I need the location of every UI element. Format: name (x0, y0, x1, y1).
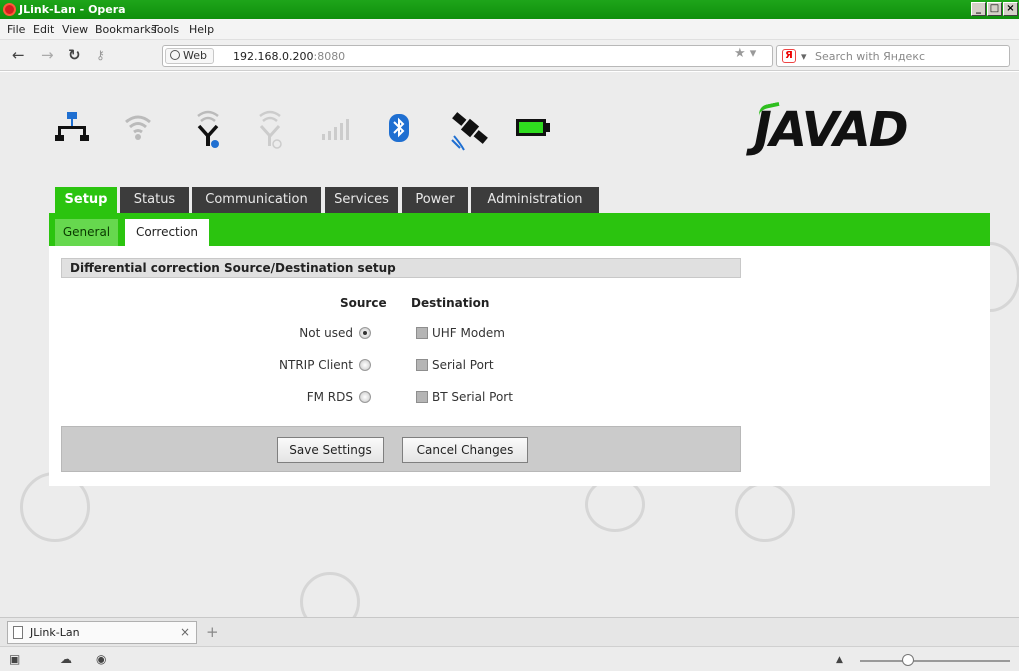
brand-logo: JAVAD (754, 102, 909, 158)
source-label-not-used: Not used (299, 326, 353, 340)
destination-checkbox-bt-serial-port[interactable] (416, 391, 428, 403)
navigation-bar: ← → ↻ ⚷ Web 192.168.0.200:8080 ★ ▾ Я ▾ S… (0, 40, 1019, 71)
settings-panel: Differential correction Source/Destinati… (49, 246, 990, 486)
wifi-icon (125, 115, 151, 140)
source-radio-fm-rds[interactable] (359, 391, 371, 403)
minimize-button[interactable]: _ (971, 2, 986, 16)
browser-tab[interactable]: JLink-Lan × (7, 621, 197, 644)
yandex-icon: Я (782, 49, 796, 63)
forward-icon[interactable]: → (41, 47, 54, 63)
destination-label-bt-serial-port: BT Serial Port (432, 390, 513, 404)
key-icon[interactable]: ⚷ (96, 47, 105, 63)
globe-icon (170, 50, 180, 60)
browser-status-bar: ▣ ☁ ◉ ▲ (0, 646, 1019, 671)
destination-checkbox-serial-port[interactable] (416, 359, 428, 371)
page-content: JAVAD Setup Status Communication Service… (0, 72, 1019, 617)
battery-icon (516, 119, 550, 136)
back-icon[interactable]: ← (12, 47, 25, 63)
page-icon (13, 626, 23, 639)
source-label-ntrip-client: NTRIP Client (279, 358, 353, 372)
menu-tools[interactable]: Tools (152, 23, 179, 36)
bookmark-star-icon[interactable]: ★ ▾ (734, 46, 756, 61)
search-placeholder: Search with Яндекс (815, 50, 926, 63)
opera-logo-icon (3, 3, 16, 16)
source-radio-ntrip-client[interactable] (359, 359, 371, 371)
subtab-correction[interactable]: Correction (125, 219, 209, 246)
maximize-button[interactable]: □ (987, 2, 1002, 16)
source-row-fm-rds: FM RDS (199, 390, 379, 408)
window-title-bar: JLink-Lan - Opera _ □ × (0, 0, 1019, 19)
destination-label-uhf-modem: UHF Modem (432, 326, 505, 340)
source-label-fm-rds: FM RDS (306, 390, 353, 404)
destination-label-serial-port: Serial Port (432, 358, 494, 372)
zoom-slider-handle[interactable] (902, 654, 914, 666)
background-decoration (300, 572, 360, 617)
destination-row-uhf-modem: UHF Modem (416, 326, 556, 344)
antenna-off-icon (259, 110, 282, 149)
menu-view[interactable]: View (62, 23, 88, 36)
destination-column-header: Destination (411, 296, 490, 310)
action-bar: Save Settings Cancel Changes (61, 426, 741, 472)
window-title: JLink-Lan - Opera (19, 3, 126, 16)
source-row-ntrip-client: NTRIP Client (199, 358, 379, 376)
tab-setup[interactable]: Setup (55, 187, 117, 213)
web-badge[interactable]: Web (165, 48, 214, 64)
tab-services[interactable]: Services (325, 187, 398, 213)
cancel-changes-button[interactable]: Cancel Changes (402, 437, 528, 463)
search-dropdown-icon[interactable]: ▾ (801, 50, 807, 63)
destination-row-serial-port: Serial Port (416, 358, 556, 376)
save-settings-button[interactable]: Save Settings (277, 437, 384, 463)
source-row-not-used: Not used (199, 326, 379, 344)
antenna-icon (197, 110, 219, 148)
tab-status[interactable]: Status (120, 187, 189, 213)
search-field[interactable]: Я ▾ Search with Яндекс (776, 45, 1010, 67)
zoom-slider-track[interactable] (860, 660, 1010, 662)
bluetooth-icon (389, 114, 409, 142)
subtab-general[interactable]: General (55, 219, 118, 246)
menu-edit[interactable]: Edit (33, 23, 54, 36)
destination-checkbox-uhf-modem[interactable] (416, 327, 428, 339)
browser-tab-strip: JLink-Lan × + (0, 617, 1019, 646)
speed-dial-icon[interactable]: ◉ (96, 652, 106, 666)
background-decoration (735, 482, 795, 542)
source-radio-not-used[interactable] (359, 327, 371, 339)
satellite-icon (451, 112, 488, 151)
network-icon (55, 112, 89, 141)
subtab-bar: General Correction (49, 213, 990, 246)
zoom-up-icon[interactable]: ▲ (836, 655, 843, 665)
address-field[interactable]: Web 192.168.0.200:8080 (162, 45, 773, 67)
menu-file[interactable]: File (7, 23, 25, 36)
cloud-icon[interactable]: ☁ (60, 652, 72, 666)
signal-bars-icon (322, 119, 349, 140)
reload-icon[interactable]: ↻ (68, 47, 81, 63)
source-column-header: Source (340, 296, 387, 310)
panel-toggle-icon[interactable]: ▣ (9, 652, 20, 666)
destination-row-bt-serial-port: BT Serial Port (416, 390, 556, 408)
new-tab-icon[interactable]: + (206, 623, 219, 641)
menu-bookmarks[interactable]: Bookmarks (95, 23, 156, 36)
tab-power[interactable]: Power (402, 187, 468, 213)
menu-help[interactable]: Help (189, 23, 214, 36)
close-window-button[interactable]: × (1003, 2, 1018, 16)
close-tab-icon[interactable]: × (180, 625, 190, 639)
menu-bar: File Edit View Bookmarks Tools Help (0, 19, 1019, 40)
tab-communication[interactable]: Communication (192, 187, 321, 213)
browser-tab-label: JLink-Lan (30, 626, 80, 639)
section-title: Differential correction Source/Destinati… (61, 258, 741, 278)
url-text: 192.168.0.200:8080 (233, 50, 346, 63)
tab-administration[interactable]: Administration (471, 187, 599, 213)
